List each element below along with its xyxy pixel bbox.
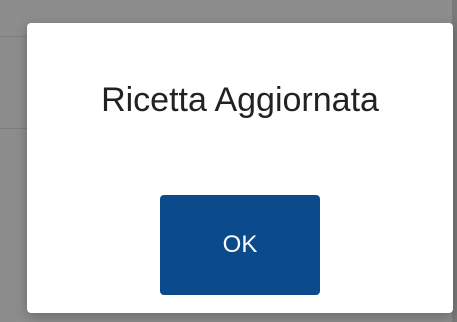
confirmation-dialog: Ricetta Aggiornata OK — [27, 23, 453, 313]
dialog-title: Ricetta Aggiornata — [101, 81, 379, 119]
ok-button[interactable]: OK — [160, 195, 320, 295]
